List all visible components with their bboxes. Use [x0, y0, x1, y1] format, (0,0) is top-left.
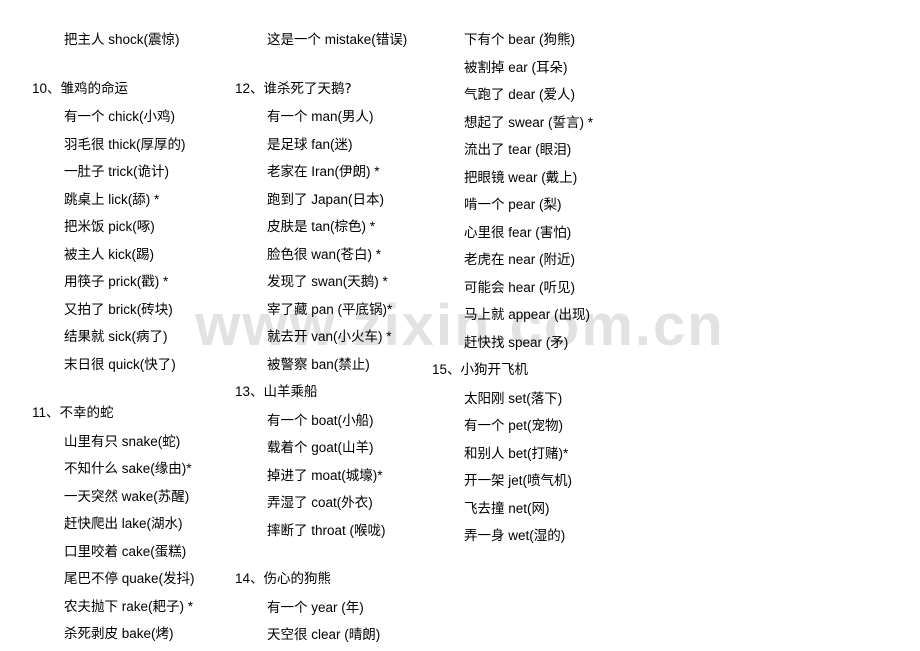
group-heading: 14、 伤心的狗熊: [235, 565, 435, 594]
poem-line: 把主人 shock(震惊): [64, 32, 180, 47]
poem-line: 就去开 van(小火车) *: [267, 329, 392, 344]
group-number: 13、: [235, 384, 264, 399]
poem-group-14: 14、 伤心的狗熊 有一个 year (年) 天空很 clear (晴朗): [235, 565, 435, 649]
group-title: 伤心的狗熊: [263, 571, 332, 587]
poem-line: 被警察 ban(禁止): [267, 356, 370, 372]
poem-line: 老虎在 near (附近): [464, 252, 576, 267]
poem-group-11: 11、 不幸的蛇 山里有只 snake(蛇) 不知什么 sake(缘由)* 一天…: [32, 399, 237, 648]
poem-group-15: 15、 小狗开飞机 太阳刚 set(落下) 有一个 pet(宠物) 和别人 be…: [432, 356, 642, 550]
group-heading: 13、 山羊乘船: [235, 378, 435, 407]
poem-line: 有一个 year (年): [267, 599, 364, 615]
continuation-block: 这是一个 mistake(错误): [235, 26, 435, 54]
text-column-3: 下有个 bear (狗熊) 被割掉 ear (耳朵) 气跑了 dear (爱人)…: [432, 26, 642, 550]
poem-line: 载着个 goat(山羊): [267, 440, 374, 455]
poem-line: 和别人 bet(打赌)*: [464, 445, 569, 461]
group-number: 14、: [235, 571, 264, 586]
poem-line: 气跑了 dear (爱人): [464, 87, 576, 102]
group-number: 12、: [235, 80, 264, 96]
poem-line: 被主人 kick(踢): [64, 246, 154, 262]
text-column-1: 把主人 shock(震惊) 10、 雏鸡的命运 有一个 chick(小鸡) 羽毛…: [32, 26, 237, 648]
poem-line: 掉进了 moat(城壕)*: [267, 467, 383, 483]
poem-line: 宰了藏 pan (平底锅)*: [267, 301, 393, 317]
group-title: 不幸的蛇: [59, 405, 114, 421]
poem-line: 皮肤是 tan(棕色) *: [267, 219, 376, 234]
poem-line: 有一个 pet(宠物): [464, 418, 564, 433]
poem-line: 弄湿了 coat(外衣): [267, 495, 373, 510]
poem-line: 可能会 hear (听见): [464, 279, 576, 295]
poem-line: 杀死剥皮 bake(烤): [64, 626, 174, 641]
poem-line: 马上就 appear (出现): [464, 307, 591, 322]
poem-group-13: 13、 山羊乘船 有一个 boat(小船) 载着个 goat(山羊) 掉进了 m…: [235, 378, 435, 544]
poem-line: 一天突然 wake(苏醒): [64, 488, 190, 504]
poem-line: 天空很 clear (晴朗): [267, 627, 381, 642]
group-number: 15、: [432, 362, 461, 377]
poem-line: 末日很 quick(快了): [64, 356, 176, 372]
poem-line: 尾巴不停 quake(发抖): [64, 571, 195, 586]
poem-line: 农夫抛下 rake(耙子) *: [64, 598, 194, 614]
poem-line: 是足球 fan(迷): [267, 136, 353, 152]
poem-line: 流出了 tear (眼泪): [464, 142, 572, 157]
poem-line: 有一个 chick(小鸡): [64, 109, 175, 124]
poem-line: 跳桌上 lick(舔) *: [64, 191, 160, 207]
poem-line: 羽毛很 thick(厚厚的): [64, 136, 186, 152]
poem-line: 发现了 swan(天鹅) *: [267, 274, 388, 289]
group-heading: 12、 谁杀死了天鹅?: [235, 75, 435, 104]
continuation-block: 下有个 bear (狗熊) 被割掉 ear (耳朵) 气跑了 dear (爱人)…: [432, 26, 642, 356]
poem-line: 把米饭 pick(啄): [64, 219, 155, 234]
group-heading: 10、 雏鸡的命运: [32, 75, 237, 104]
poem-line: 不知什么 sake(缘由)*: [64, 461, 192, 476]
poem-line: 又拍了 brick(砖块): [64, 301, 173, 317]
poem-line: 这是一个 mistake(错误): [267, 32, 408, 47]
poem-line: 口里咬着 cake(蛋糕): [64, 543, 187, 559]
poem-line: 把眼镜 wear (戴上): [464, 169, 578, 185]
poem-line: 有一个 boat(小船): [267, 412, 374, 428]
poem-line: 被割掉 ear (耳朵): [464, 59, 568, 75]
poem-line: 山里有只 snake(蛇): [64, 433, 181, 449]
poem-line: 飞去撞 net(网): [464, 500, 550, 516]
poem-line: 老家在 Iran(伊朗) *: [267, 164, 380, 179]
poem-group-10: 10、 雏鸡的命运 有一个 chick(小鸡) 羽毛很 thick(厚厚的) 一…: [32, 75, 237, 379]
group-title: 雏鸡的命运: [60, 80, 129, 97]
group-title: 小狗开飞机: [460, 362, 529, 378]
poem-line: 一肚子 trick(诡计): [64, 164, 169, 179]
poem-line: 想起了 swear (誓言) *: [464, 114, 594, 130]
poem-line: 跑到了 Japan(日本): [267, 191, 385, 207]
group-title: 山羊乘船: [263, 384, 318, 400]
poem-group-12: 12、 谁杀死了天鹅? 有一个 man(男人) 是足球 fan(迷) 老家在 I…: [235, 75, 435, 379]
poem-line: 脸色很 wan(苍白) *: [267, 246, 382, 262]
poem-line: 弄一身 wet(湿的): [464, 528, 566, 543]
poem-line: 开一架 jet(喷气机): [464, 473, 572, 488]
continuation-block: 把主人 shock(震惊): [32, 26, 237, 54]
poem-line: 结果就 sick(病了): [64, 329, 168, 344]
poem-line: 摔断了 throat (喉咙): [267, 522, 386, 538]
group-title: 谁杀死了天鹅?: [263, 80, 352, 97]
group-heading: 15、 小狗开飞机: [432, 356, 642, 385]
poem-line: 赶快爬出 lake(湖水): [64, 516, 183, 531]
poem-line: 心里很 fear (害怕): [464, 224, 572, 240]
group-number: 11、: [32, 405, 60, 420]
group-heading: 11、 不幸的蛇: [32, 399, 237, 428]
poem-line: 太阳刚 set(落下): [464, 390, 563, 406]
poem-line: 有一个 man(男人): [267, 109, 374, 124]
poem-line: 下有个 bear (狗熊): [464, 32, 576, 47]
text-column-2: 这是一个 mistake(错误) 12、 谁杀死了天鹅? 有一个 man(男人)…: [235, 26, 435, 649]
poem-line: 啃一个 pear (梨): [464, 197, 562, 212]
poem-line: 用筷子 prick(戳) *: [64, 274, 169, 289]
group-number: 10、: [32, 80, 61, 96]
document-page: 把主人 shock(震惊) 10、 雏鸡的命运 有一个 chick(小鸡) 羽毛…: [0, 0, 920, 651]
poem-line: 赶快找 spear (矛): [464, 334, 569, 350]
